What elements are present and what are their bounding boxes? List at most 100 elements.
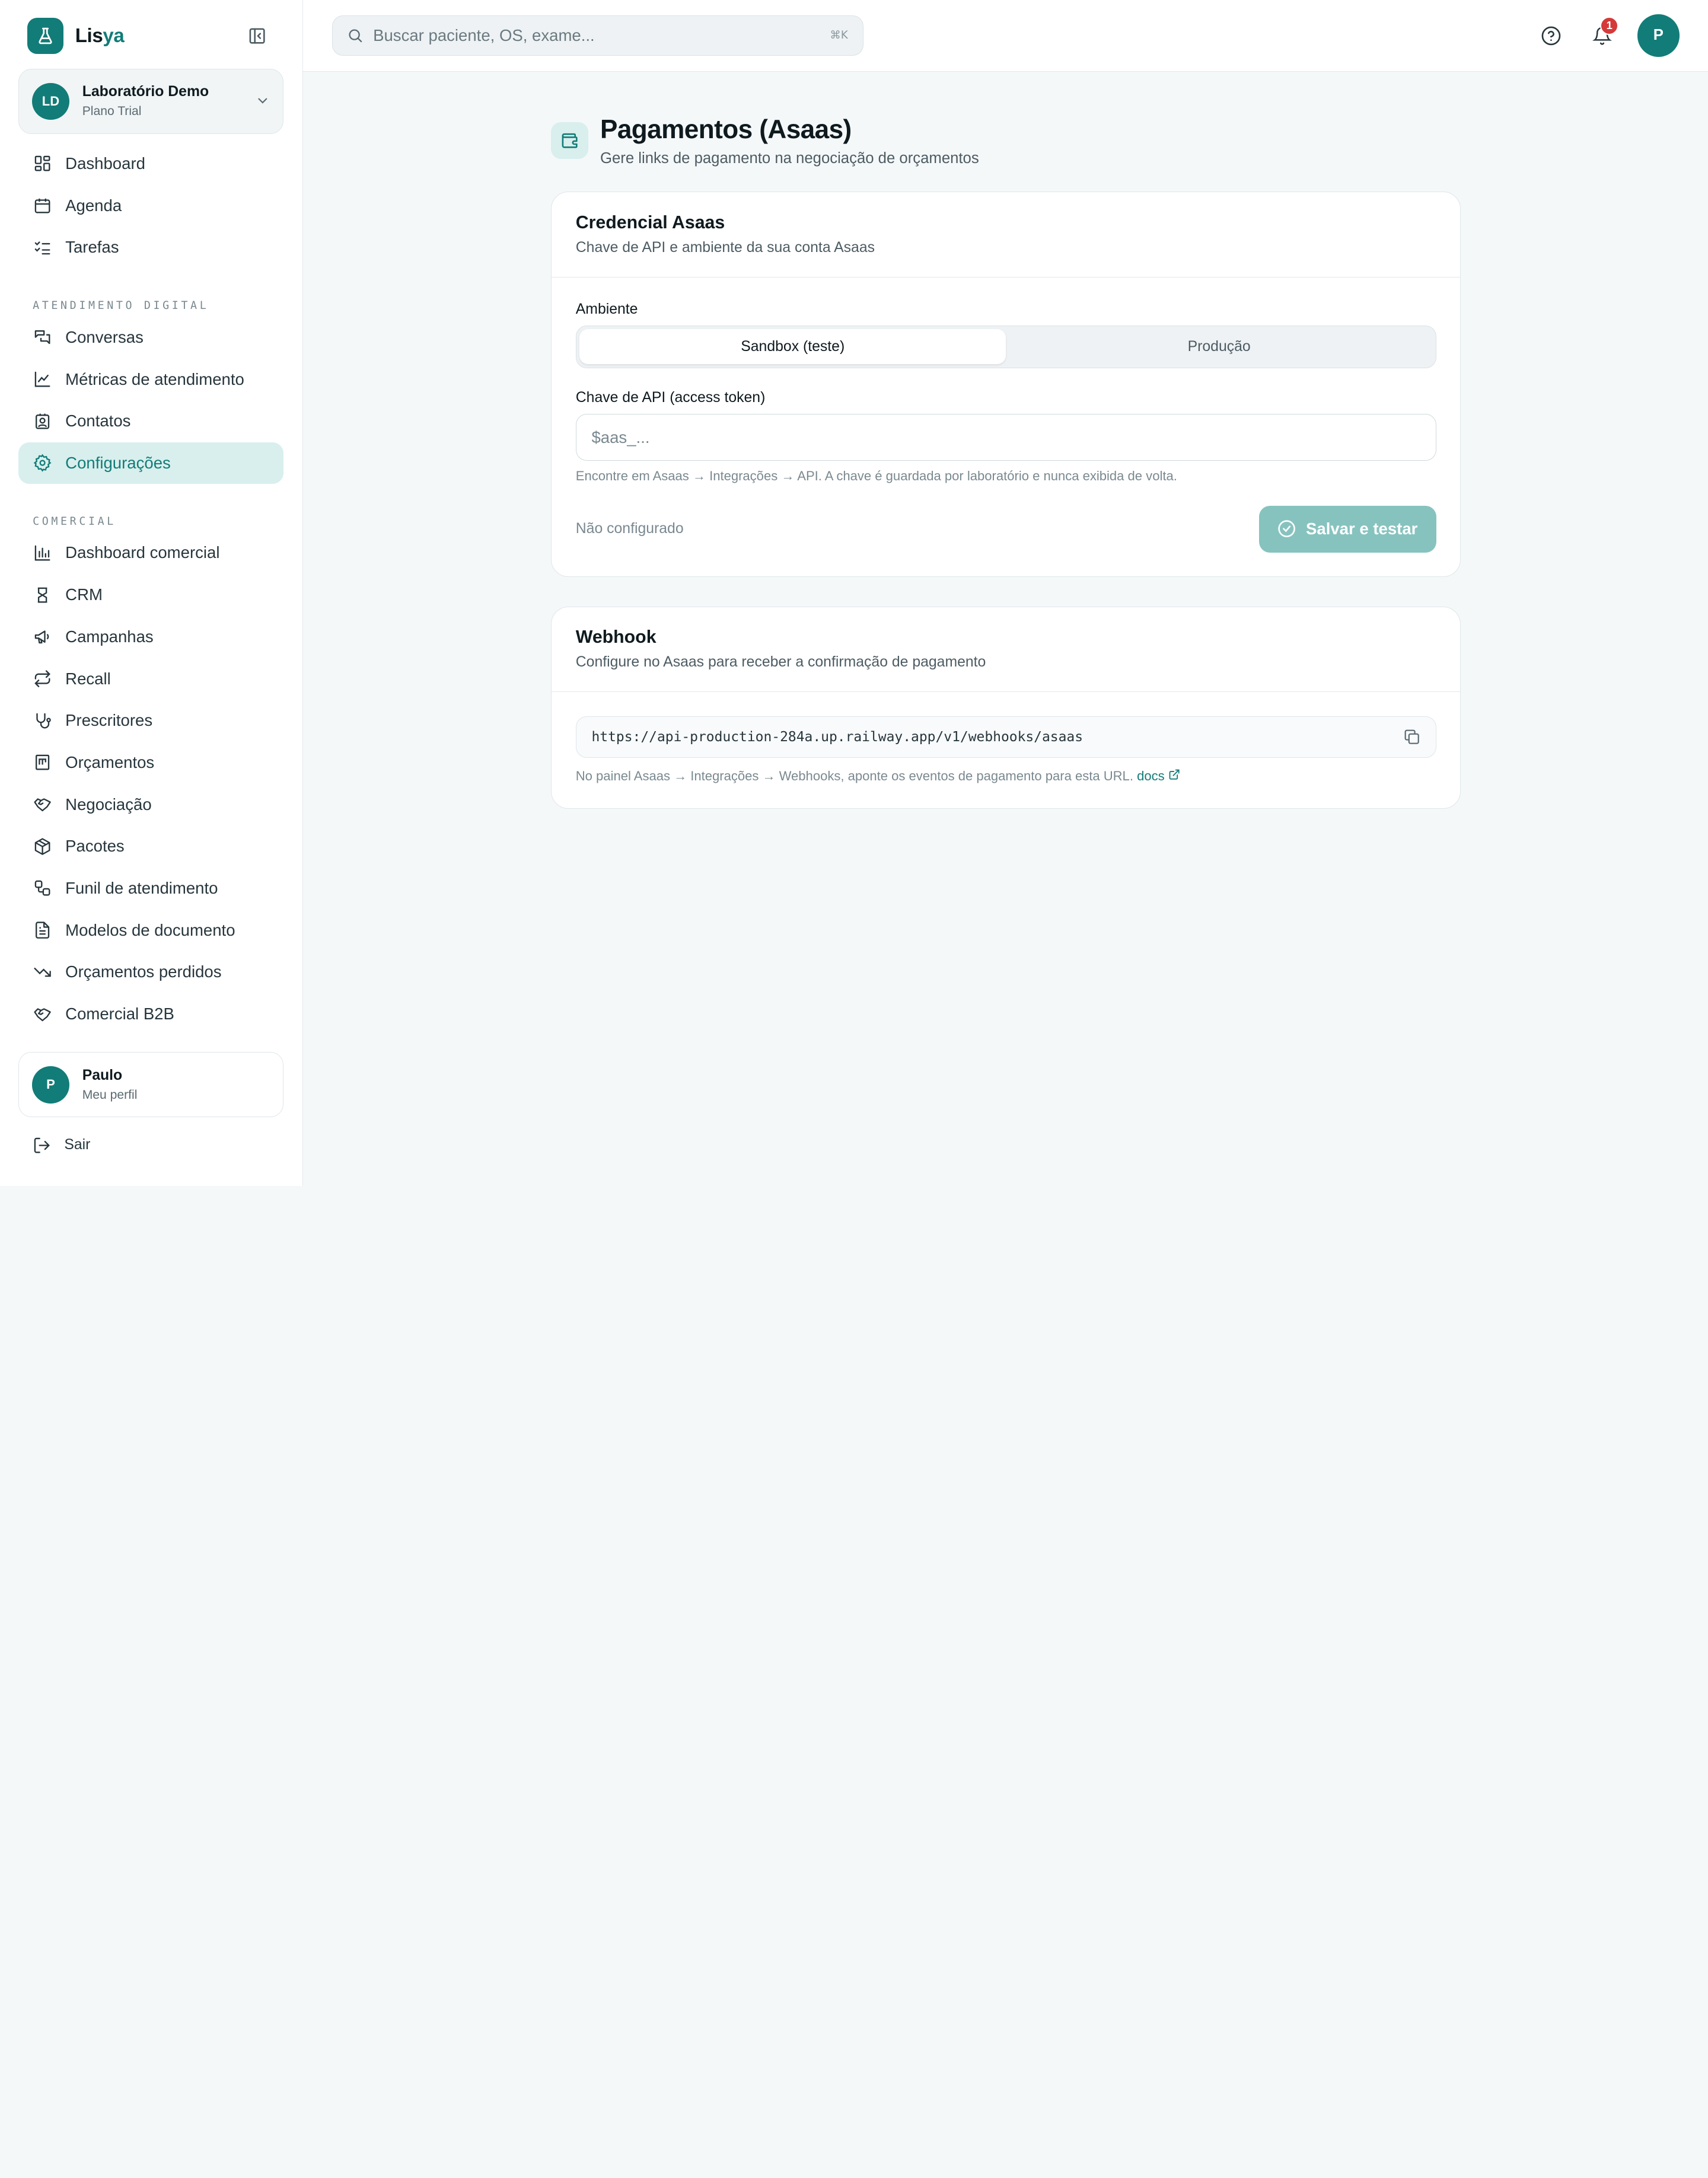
webhook-hint: No painel Asaas → Integrações → Webhooks… [576, 768, 1436, 784]
sidebar-item-label: Negociação [65, 795, 152, 814]
external-link-icon [1168, 768, 1180, 783]
sidebar-item-contatos[interactable]: Contatos [18, 400, 283, 442]
sidebar-item-funil[interactable]: Funil de atendimento [18, 868, 283, 910]
api-key-input[interactable] [575, 414, 1436, 461]
section-atendimento-digital: ATENDIMENTO DIGITAL [33, 299, 209, 312]
logout-label: Sair [64, 1137, 91, 1153]
repeat-icon [33, 669, 52, 688]
environment-toggle: Sandbox (teste) Produção [575, 325, 1436, 368]
megaphone-icon [33, 627, 52, 646]
chevron-down-icon [255, 93, 270, 113]
sidebar: Lisya LD Laboratório Demo Plano Trial Da… [0, 0, 303, 1187]
sidebar-item-campanhas[interactable]: Campanhas [18, 616, 283, 658]
notification-badge: 1 [1600, 16, 1619, 35]
card-description: Configure no Asaas para receber a confir… [575, 654, 986, 671]
sidebar-item-dashboard[interactable]: Dashboard [18, 143, 283, 185]
content: Pagamentos (Asaas) Gere links de pagamen… [551, 72, 1461, 809]
sidebar-item-dashboard-comercial[interactable]: Dashboard comercial [18, 532, 283, 574]
org-switcher[interactable]: LD Laboratório Demo Plano Trial [18, 68, 284, 134]
sidebar-item-prescritores[interactable]: Prescritores [18, 700, 283, 742]
logout-button[interactable]: Sair [33, 1136, 90, 1155]
bell-icon[interactable]: 1 [1591, 16, 1619, 47]
profile-name: Paulo [82, 1067, 123, 1083]
sidebar-item-comercial-b2b[interactable]: Comercial B2B [18, 993, 283, 1035]
sidebar-item-recall[interactable]: Recall [18, 658, 283, 700]
webhook-card: Webhook Configure no Asaas para receber … [551, 606, 1461, 809]
sidebar-nav: Dashboard Agenda Tarefas ATENDIMENTO DIG… [18, 143, 284, 1035]
package-icon [33, 837, 52, 856]
collapse-sidebar-icon[interactable] [246, 25, 268, 47]
sidebar-item-pacotes[interactable]: Pacotes [18, 825, 283, 868]
check-circle-icon [1277, 519, 1296, 538]
bar-chart-icon [33, 543, 52, 563]
sidebar-item-label: Configurações [65, 453, 171, 472]
card-title: Webhook [575, 627, 657, 648]
api-key-hint: Encontre em Asaas → Integrações → API. A… [575, 468, 1177, 483]
stethoscope-icon [33, 711, 52, 731]
card-description: Chave de API e ambiente da sua conta Asa… [575, 239, 875, 256]
org-plan: Plano Trial [82, 104, 142, 119]
webhook-hint-text: No painel Asaas → Integrações → Webhooks… [575, 768, 1133, 784]
contact-icon [33, 412, 52, 431]
sidebar-item-label: Orçamentos perdidos [65, 962, 222, 981]
wallet-icon [551, 122, 588, 160]
sidebar-item-tarefas[interactable]: Tarefas [18, 227, 283, 269]
sidebar-item-label: Agenda [65, 196, 122, 215]
webhook-url: https://api-production-284a.up.railway.a… [591, 729, 1084, 745]
sidebar-item-label: CRM [65, 585, 103, 604]
copy-icon[interactable] [1403, 728, 1420, 745]
calendar-icon [33, 196, 52, 215]
handshake-icon [33, 1005, 52, 1024]
sidebar-item-label: Funil de atendimento [65, 879, 218, 898]
page-subtitle: Gere links de pagamento na negociação de… [600, 150, 979, 167]
line-chart-icon [33, 369, 52, 389]
sidebar-item-label: Métricas de atendimento [65, 369, 244, 388]
sidebar-item-metricas[interactable]: Métricas de atendimento [18, 358, 283, 400]
docs-link[interactable]: docs [1137, 768, 1180, 783]
sidebar-item-modelos[interactable]: Modelos de documento [18, 909, 283, 951]
search-box[interactable]: ⌘K [332, 15, 864, 56]
sidebar-item-label: Conversas [65, 327, 144, 346]
status-text: Não configurado [575, 521, 684, 537]
env-option-producao[interactable]: Produção [1006, 329, 1432, 364]
search-input[interactable] [373, 25, 809, 45]
workflow-icon [33, 879, 52, 898]
api-key-label: Chave de API (access token) [575, 390, 766, 406]
handshake-icon [33, 795, 52, 814]
search-icon [347, 27, 364, 44]
sidebar-item-label: Pacotes [65, 837, 125, 856]
document-icon [33, 920, 52, 940]
sidebar-item-orcamentos-perdidos[interactable]: Orçamentos perdidos [18, 951, 283, 993]
profile-card[interactable]: P Paulo Meu perfil [18, 1052, 284, 1118]
credential-card: Credencial Asaas Chave de API e ambiente… [551, 191, 1461, 577]
sidebar-item-configuracoes[interactable]: Configurações [18, 442, 284, 484]
sidebar-item-orcamentos[interactable]: Orçamentos [18, 742, 283, 784]
logout-icon [33, 1136, 51, 1155]
help-icon[interactable] [1539, 24, 1563, 47]
sidebar-item-label: Recall [65, 669, 111, 688]
flask-icon [27, 18, 63, 54]
sidebar-item-conversas[interactable]: Conversas [18, 317, 283, 359]
card-title: Credencial Asaas [575, 212, 725, 232]
save-button-label: Salvar e testar [1306, 519, 1418, 538]
sidebar-item-crm[interactable]: CRM [18, 574, 283, 616]
profile-sub: Meu perfil [82, 1088, 138, 1102]
sidebar-item-label: Prescritores [65, 711, 153, 730]
sidebar-item-label: Dashboard [65, 154, 145, 173]
env-option-sandbox[interactable]: Sandbox (teste) [579, 329, 1006, 365]
sidebar-item-label: Contatos [65, 412, 131, 431]
brand: Lisya [18, 0, 283, 72]
brand-name: Lisya [75, 24, 125, 47]
trending-down-icon [33, 962, 52, 982]
list-checks-icon [33, 238, 52, 257]
environment-label: Ambiente [575, 301, 638, 318]
user-avatar[interactable]: P [1637, 14, 1680, 57]
sidebar-item-label: Orçamentos [65, 752, 155, 771]
sidebar-item-agenda[interactable]: Agenda [18, 184, 283, 227]
org-avatar: LD [32, 82, 69, 120]
sidebar-item-label: Tarefas [65, 238, 119, 257]
chat-icon [33, 327, 52, 347]
sidebar-item-negociacao[interactable]: Negociação [18, 783, 283, 825]
save-and-test-button[interactable]: Salvar e testar [1259, 505, 1436, 553]
dashboard-icon [33, 154, 52, 173]
